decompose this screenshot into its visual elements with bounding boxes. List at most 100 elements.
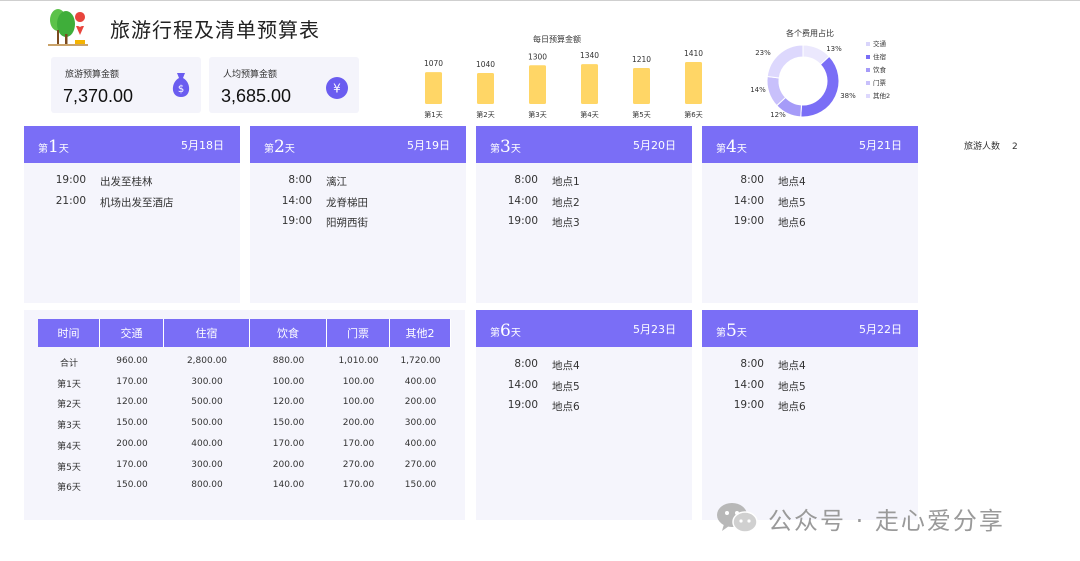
table-cell: 400.00 bbox=[404, 438, 437, 449]
bar-category-label: 第6天 bbox=[684, 110, 702, 119]
bar-value-label: 1210 bbox=[632, 55, 651, 64]
kpi-label: 旅游预算金额 bbox=[65, 70, 120, 80]
table-cell: 170.00 bbox=[116, 376, 148, 387]
schedule-row: 19:00 地点6 bbox=[730, 215, 910, 229]
table-header-cell: 交通 bbox=[100, 319, 164, 347]
bar-value-label: 1040 bbox=[476, 60, 495, 69]
bar-value-label: 1410 bbox=[684, 49, 703, 58]
legend-swatch bbox=[866, 42, 870, 46]
table-cell: 170.00 bbox=[116, 459, 148, 470]
day-num-value: 1 bbox=[48, 137, 59, 157]
bar-value-label: 1070 bbox=[424, 59, 443, 68]
bar-chart-title: 每日预算金额 bbox=[533, 34, 581, 44]
kpi-value: 7,370.00 bbox=[63, 86, 134, 106]
table-cell: 150.00 bbox=[116, 480, 148, 491]
table-cell: 150.00 bbox=[116, 418, 148, 429]
bar-category-label: 第1天 bbox=[424, 110, 442, 119]
day-date: 5月20日 bbox=[633, 139, 676, 152]
schedule-place: 地点5 bbox=[778, 380, 806, 393]
day-date: 5月22日 bbox=[859, 323, 902, 336]
bar-category-label: 第2天 bbox=[476, 110, 494, 119]
table-cell: 200.00 bbox=[404, 397, 437, 408]
table-total-cell: 合计 bbox=[59, 359, 78, 369]
table-cell: 第1天 bbox=[57, 379, 81, 390]
schedule-row: 14:00 龙脊梯田 bbox=[278, 195, 458, 209]
schedule-row: 14:00 地点5 bbox=[504, 379, 684, 393]
schedule-time: 19:00 bbox=[55, 174, 86, 186]
legend-swatch bbox=[866, 68, 870, 72]
donut-percent-label: 12% bbox=[770, 111, 786, 119]
schedule-row: 19:00 地点3 bbox=[504, 215, 684, 229]
day-prefix: 第 bbox=[716, 144, 726, 155]
kpi-value: 3,685.00 bbox=[221, 86, 292, 106]
travelers-label: 旅游人数 bbox=[964, 142, 1001, 152]
table-header-cell: 时间 bbox=[38, 319, 100, 347]
table-cell: 200.00 bbox=[342, 418, 375, 429]
table-total-cell: 2,800.00 bbox=[186, 356, 228, 366]
day-num-value: 2 bbox=[274, 137, 285, 157]
table-cell: 300.00 bbox=[191, 459, 223, 470]
day-num-value: 3 bbox=[500, 137, 511, 157]
yen-icon: ¥ bbox=[326, 77, 348, 99]
schedule-row: 19:00 出发至桂林 bbox=[52, 174, 232, 188]
day-card-5: 第5天 5月22日 8:00 地点4 14:00 地点5 19:00 地点6 bbox=[702, 310, 918, 520]
travelers-value: 2 bbox=[1012, 142, 1018, 152]
day-number: 第3天 bbox=[490, 137, 521, 157]
table-cell: 400.00 bbox=[191, 438, 223, 449]
day-card-1: 第1天 5月18日 19:00 出发至桂林 21:00 机场出发至酒店 bbox=[24, 126, 240, 303]
money-bag-icon: $ bbox=[172, 73, 190, 97]
day-card-6: 第6天 5月23日 8:00 地点4 14:00 地点5 19:00 地点6 bbox=[476, 310, 692, 520]
bar-day-1 bbox=[425, 72, 442, 104]
schedule-place: 阳朔西街 bbox=[326, 217, 368, 229]
table-header-cell: 饮食 bbox=[250, 319, 327, 347]
day-prefix: 第 bbox=[264, 144, 274, 155]
table-cell: 100.00 bbox=[342, 376, 375, 387]
table-cell: 270.00 bbox=[342, 459, 375, 470]
table-cell: 200.00 bbox=[272, 459, 305, 470]
schedule-time: 8:00 bbox=[740, 174, 764, 186]
table-cell: 120.00 bbox=[116, 397, 148, 408]
schedule-time: 14:00 bbox=[733, 378, 764, 391]
day-suffix: 天 bbox=[58, 144, 69, 155]
legend-label: 住宿 bbox=[873, 52, 887, 61]
table-cell: 第3天 bbox=[57, 421, 81, 432]
schedule-place: 出发至桂林 bbox=[100, 176, 153, 188]
day-num-value: 6 bbox=[500, 321, 511, 341]
day-prefix: 第 bbox=[490, 144, 500, 155]
day-suffix: 天 bbox=[510, 144, 521, 155]
day-header: 第5天 5月22日 bbox=[702, 310, 918, 347]
table-cell: 270.00 bbox=[404, 459, 437, 470]
table-cell: 140.00 bbox=[272, 480, 305, 491]
kpi-label: 人均预算金额 bbox=[223, 70, 278, 80]
donut-percent-label: 14% bbox=[750, 86, 766, 94]
schedule-row: 8:00 地点4 bbox=[504, 358, 684, 372]
table-cell: 170.00 bbox=[272, 438, 305, 449]
bar-day-3 bbox=[529, 65, 546, 104]
schedule-time: 19:00 bbox=[281, 215, 312, 227]
schedule-place: 地点3 bbox=[552, 217, 580, 229]
day-header: 第3天 5月20日 bbox=[476, 126, 692, 163]
schedule-place: 地点4 bbox=[778, 360, 806, 372]
schedule-place: 地点6 bbox=[552, 401, 580, 413]
schedule-place: 漓江 bbox=[326, 176, 347, 188]
schedule-place: 地点2 bbox=[552, 196, 580, 209]
schedule-time: 8:00 bbox=[740, 358, 764, 370]
schedule-place: 龙脊梯田 bbox=[326, 196, 368, 209]
table-cell: 300.00 bbox=[191, 376, 223, 387]
schedule-place: 地点6 bbox=[778, 217, 806, 229]
day-number: 第5天 bbox=[716, 321, 747, 341]
legend-swatch bbox=[866, 81, 870, 85]
table-cell: 150.00 bbox=[404, 480, 437, 491]
schedule-time: 8:00 bbox=[514, 174, 538, 186]
schedule-place: 地点5 bbox=[552, 380, 580, 393]
table-cell: 第2天 bbox=[57, 400, 81, 411]
schedule-time: 14:00 bbox=[733, 194, 764, 207]
schedule-place: 地点6 bbox=[778, 401, 806, 413]
day-number: 第1天 bbox=[38, 137, 69, 157]
svg-text:$: $ bbox=[178, 84, 184, 95]
schedule-place: 机场出发至酒店 bbox=[100, 196, 174, 209]
bar-day-5 bbox=[633, 67, 650, 104]
schedule-time: 8:00 bbox=[514, 358, 538, 370]
day-suffix: 天 bbox=[736, 328, 747, 339]
day-header: 第1天 5月18日 bbox=[24, 126, 240, 163]
